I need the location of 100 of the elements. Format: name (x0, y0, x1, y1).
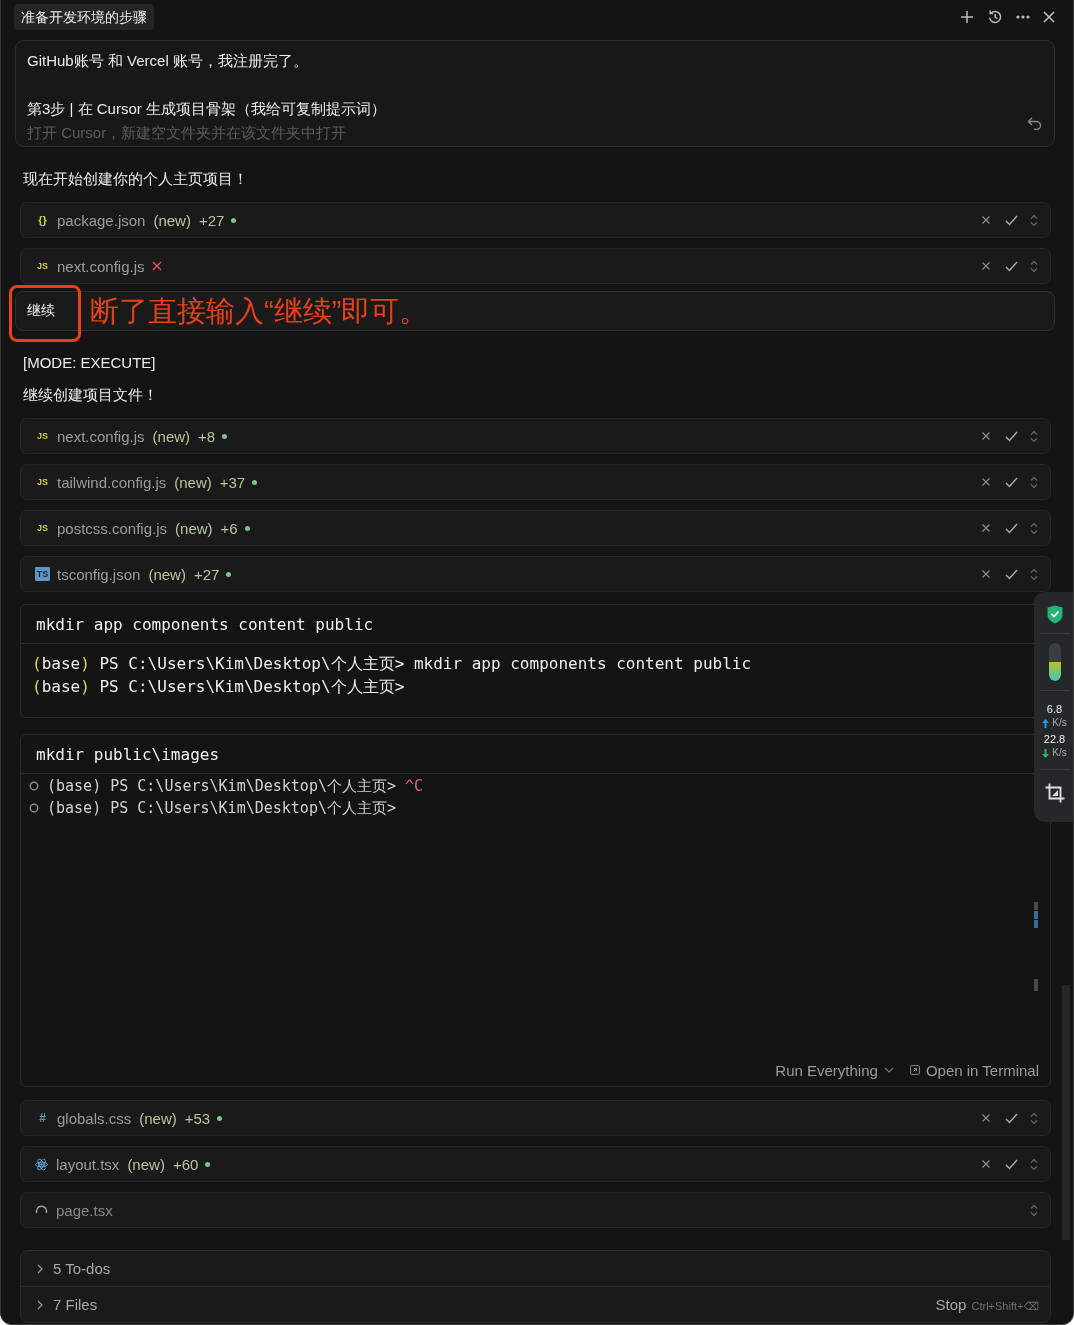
response-text: 现在开始创建你的个人主页项目！ (23, 170, 248, 187)
section-toggle[interactable]: 5 To-dos (37, 1260, 111, 1277)
file-name: next.config.js (57, 257, 145, 275)
reject-icon[interactable] (981, 523, 991, 533)
lines-added-count: +37 (219, 473, 246, 491)
file-name: page.tsx (56, 1201, 113, 1219)
chat-tab-title[interactable]: 准备开发环境的步骤 (14, 4, 154, 30)
expand-icon[interactable] (1030, 475, 1038, 489)
file-type-label: JS (36, 476, 49, 489)
lines-added-count: +53 (184, 1109, 211, 1127)
terminal-action-button[interactable]: Open in Terminal (909, 1061, 1039, 1079)
highlight-frame (9, 285, 81, 342)
expand-icon[interactable] (1030, 259, 1038, 273)
accept-icon[interactable] (1005, 214, 1018, 226)
reject-icon[interactable] (981, 1113, 991, 1123)
file-row[interactable]: JS tailwind.config.js (new) +37 (20, 464, 1051, 500)
file-type-label: JS (36, 522, 49, 535)
response-text: 继续创建项目文件！ (23, 386, 158, 403)
reject-icon[interactable] (981, 215, 991, 225)
accept-icon[interactable] (1005, 1158, 1018, 1170)
terminal-line: (base) PS C:\Users\Kim\Desktop\个人主页> (32, 676, 405, 698)
reject-icon[interactable] (981, 431, 991, 441)
file-row[interactable]: JS next.config.js (20, 248, 1051, 284)
status-dot-icon (231, 217, 237, 223)
shortcut-hint: Ctrl+Shift+⌫ (971, 1300, 1039, 1313)
file-row[interactable]: TS tsconfig.json (new) +27 (20, 556, 1051, 592)
response-text: [MODE: EXECUTE] (23, 354, 156, 371)
accept-icon[interactable] (1005, 1112, 1018, 1124)
accept-icon[interactable] (1005, 476, 1018, 488)
stop-button[interactable]: Stop Ctrl+Shift+⌫ (935, 1296, 1039, 1313)
file-name: globals.css (57, 1109, 132, 1127)
reject-icon[interactable] (981, 1159, 991, 1169)
more-icon[interactable] (1016, 15, 1030, 19)
accept-icon[interactable] (1005, 260, 1018, 272)
file-row[interactable]: {} package.json (new) +27 (20, 202, 1051, 238)
lines-added-count: +8 (198, 427, 216, 445)
atom-icon (35, 1157, 48, 1171)
terminal-action-button[interactable]: Run Everything (775, 1061, 894, 1079)
expand-icon[interactable] (1030, 521, 1038, 535)
terminal-command: mkdir app components content public (36, 614, 374, 634)
plus-icon[interactable] (960, 10, 974, 24)
section-toggle[interactable]: 7 Files (37, 1296, 98, 1313)
file-name: tsconfig.json (57, 565, 141, 583)
accept-icon[interactable] (1005, 430, 1018, 442)
reject-icon[interactable] (981, 477, 991, 487)
arrow-down-icon (1042, 748, 1050, 758)
status-dot-icon (244, 525, 250, 531)
file-type-label: JS (36, 430, 49, 443)
status-dot-icon (222, 433, 228, 439)
message-text: 第3步 | 在 Cursor 生成项目骨架（我给可复制提示词） (27, 99, 387, 119)
terminal-line: (base) PS C:\Users\Kim\Desktop\个人主页> (47, 798, 396, 819)
message-text: 打开 Cursor，新建空文件夹并在该文件夹中打开 (27, 123, 348, 143)
new-file-tag: (new) (174, 473, 212, 491)
reject-icon[interactable] (981, 261, 991, 271)
file-row[interactable]: JS postcss.config.js (new) +6 (20, 510, 1051, 546)
lines-added-count: +27 (193, 565, 220, 583)
accept-icon[interactable] (1005, 522, 1018, 534)
new-file-tag: (new) (175, 519, 213, 537)
open-external-icon (909, 1065, 920, 1075)
terminal-line: (base) PS C:\Users\Kim\Desktop\个人主页> mkdir app components content public (32, 653, 752, 675)
new-file-tag: (new) (152, 427, 191, 445)
status-dot-icon (252, 479, 258, 485)
speed-unit: K/s (1052, 716, 1067, 730)
file-row[interactable]: layout.tsx (new) +60 (20, 1146, 1051, 1182)
expand-icon[interactable] (1030, 567, 1038, 581)
file-name: package.json (57, 211, 146, 229)
shield-check-icon[interactable] (1046, 605, 1063, 624)
crop-icon[interactable] (1044, 783, 1065, 803)
file-row[interactable]: JS next.config.js (new) +8 (20, 418, 1051, 454)
file-name: layout.tsx (56, 1155, 120, 1173)
expand-icon[interactable] (1030, 1157, 1038, 1171)
undo-icon[interactable] (1027, 117, 1042, 130)
expand-icon[interactable] (1030, 1203, 1038, 1217)
download-speed: 22.8 (1043, 732, 1066, 746)
terminal-line: (base) PS C:\Users\Kim\Desktop\个人主页> ^C (47, 776, 424, 797)
history-icon[interactable] (987, 9, 1003, 25)
expand-icon[interactable] (1030, 213, 1038, 227)
file-row[interactable]: page.tsx (20, 1192, 1051, 1228)
usage-meter (1048, 643, 1061, 681)
close-icon[interactable] (1043, 11, 1055, 23)
file-type-badge: TS (35, 567, 50, 581)
file-type-label: JS (36, 260, 49, 273)
new-file-tag: (new) (139, 1109, 177, 1127)
lines-added-count: +60 (172, 1155, 199, 1173)
file-row[interactable]: # globals.css (new) +53 (20, 1100, 1051, 1136)
expand-icon[interactable] (1030, 429, 1038, 443)
arrow-up-icon (1042, 718, 1050, 728)
upload-speed: 6.8 (1046, 702, 1063, 716)
file-name: tailwind.config.js (57, 473, 167, 491)
chevron-down-icon (883, 1067, 894, 1073)
file-name: next.config.js (57, 427, 145, 445)
file-type-label: # (38, 1111, 47, 1125)
lines-added-count: +6 (220, 519, 238, 537)
status-dot-icon (217, 1115, 223, 1121)
expand-icon[interactable] (1030, 1111, 1038, 1125)
new-file-tag: (new) (153, 211, 191, 229)
lines-added-count: +27 (198, 211, 225, 229)
status-dot-icon (226, 571, 232, 577)
accept-icon[interactable] (1005, 568, 1018, 580)
reject-icon[interactable] (981, 569, 991, 579)
